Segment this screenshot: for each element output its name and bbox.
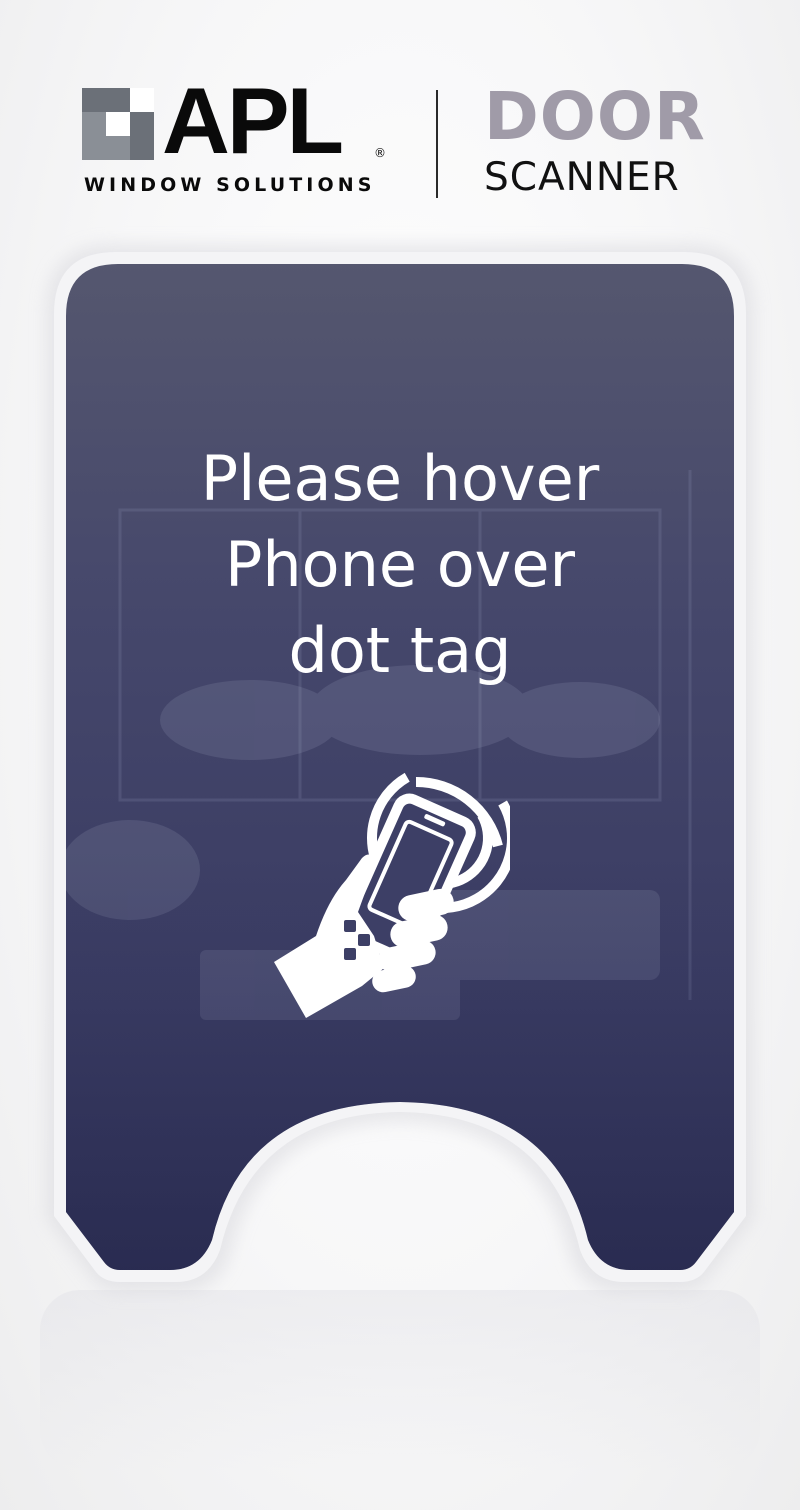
scan-instruction: Please hover Phone over dot tag <box>70 436 730 694</box>
instruction-line-2: Phone over <box>224 528 576 601</box>
scan-card-shape <box>46 244 754 1292</box>
scan-card[interactable]: Please hover Phone over dot tag <box>0 0 800 1510</box>
instruction-line-1: Please hover <box>200 442 600 515</box>
instruction-line-3: dot tag <box>288 614 512 687</box>
hand-phone-nfc-icon <box>274 763 510 1018</box>
